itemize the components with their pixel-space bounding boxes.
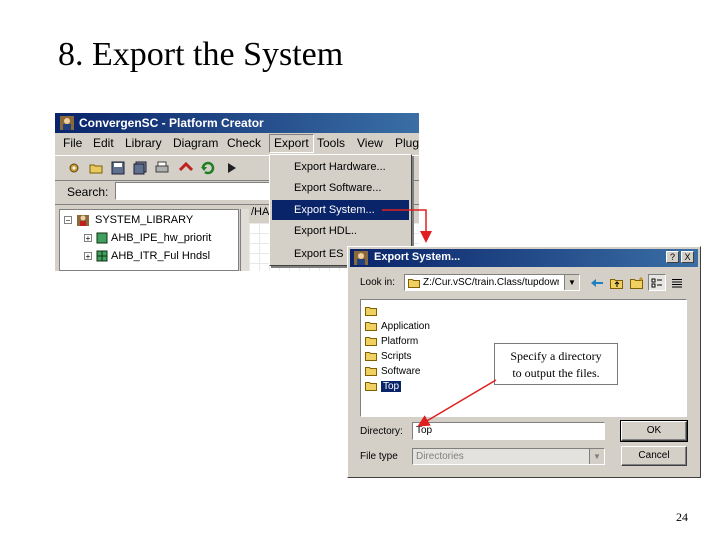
- menu-tools[interactable]: Tools: [317, 136, 345, 150]
- menu-export-hardware[interactable]: Export Hardware...: [272, 157, 409, 177]
- search-input[interactable]: [115, 182, 271, 200]
- tree-item[interactable]: + AHB_ITR_Ful Hndsl: [84, 248, 210, 264]
- file-type-dropdown[interactable]: Directories ▼: [412, 448, 605, 465]
- save-copy-icon[interactable]: [131, 159, 149, 177]
- folder-name: Top: [381, 380, 402, 392]
- folder-name: Scripts: [381, 350, 412, 362]
- tree-root-label: SYSTEM_LIBRARY: [95, 214, 194, 226]
- folder-icon: [365, 307, 377, 316]
- cancel-button[interactable]: Cancel: [621, 446, 687, 466]
- folder-name: Platform: [381, 335, 419, 347]
- look-in-value: Z:/Cur.vSC/train.Class/tupdown/: [423, 277, 559, 288]
- window-title: ConvergenSC - Platform Creator: [79, 116, 264, 130]
- tree-scrollbar[interactable]: [240, 209, 249, 271]
- annotation-callout: Specify a directory to output the files.: [494, 343, 618, 385]
- window-titlebar[interactable]: ConvergenSC - Platform Creator: [55, 113, 419, 133]
- list-item[interactable]: Platform: [365, 334, 418, 348]
- file-type-value: Directories: [416, 451, 464, 462]
- chevron-down-icon[interactable]: ▼: [589, 449, 604, 464]
- list-item[interactable]: Scripts: [365, 349, 412, 363]
- menu-export-software[interactable]: Export Software...: [272, 178, 409, 198]
- menu-edit[interactable]: Edit: [93, 136, 114, 150]
- cut-icon[interactable]: [177, 159, 195, 177]
- collapse-icon[interactable]: −: [64, 216, 72, 225]
- menu-plugins[interactable]: Plug: [395, 136, 419, 150]
- list-view-icon[interactable]: [648, 274, 666, 291]
- dialog-titlebar[interactable]: Export System... ? X: [350, 249, 698, 267]
- folder-icon: [365, 367, 377, 376]
- look-in-dropdown[interactable]: Z:/Cur.vSC/train.Class/tupdown/ ▼: [404, 274, 580, 291]
- menu-file[interactable]: File: [63, 136, 82, 150]
- list-item[interactable]: Software: [365, 364, 420, 378]
- parent-folder-item[interactable]: [365, 304, 381, 318]
- expand-icon[interactable]: +: [84, 234, 92, 243]
- save-icon[interactable]: [109, 159, 127, 177]
- app-logo-icon: [354, 251, 368, 265]
- new-folder-icon[interactable]: [628, 274, 646, 291]
- folder-icon: [365, 337, 377, 346]
- menu-check[interactable]: Check: [227, 136, 261, 150]
- file-type-label: File type: [360, 451, 398, 462]
- look-in-label: Look in:: [360, 277, 396, 288]
- settings-icon[interactable]: [65, 159, 83, 177]
- menu-bar: File Edit Library Diagram Check Export T…: [55, 133, 419, 153]
- up-folder-icon[interactable]: [608, 274, 626, 291]
- search-label: Search:: [67, 185, 109, 199]
- refresh-icon[interactable]: [199, 159, 217, 177]
- directory-label: Directory:: [360, 426, 403, 437]
- folder-name: Software: [381, 365, 421, 377]
- ok-button[interactable]: OK: [620, 420, 688, 442]
- annotation-line: Specify a directory: [510, 349, 602, 363]
- tree-item-label: AHB_IPE_hw_priorit: [111, 232, 212, 244]
- details-view-icon[interactable]: [668, 274, 686, 291]
- library-tree: − SYSTEM_LIBRARY + AHB_IPE_hw_priorit + …: [59, 209, 239, 271]
- run-icon[interactable]: [223, 159, 241, 177]
- help-button[interactable]: ?: [666, 251, 679, 263]
- app-logo-icon: [60, 116, 74, 130]
- menu-export-system[interactable]: Export System...: [272, 200, 409, 220]
- folder-icon: [365, 382, 377, 391]
- back-icon[interactable]: [588, 274, 606, 291]
- directory-input[interactable]: Top: [412, 422, 605, 440]
- list-item[interactable]: Application: [365, 319, 430, 333]
- slide-title: 8. Export the System: [58, 36, 344, 73]
- annotation-line: to output the files.: [512, 366, 600, 380]
- folder-icon: [408, 279, 420, 288]
- dialog-title: Export System...: [374, 251, 461, 263]
- menu-library[interactable]: Library: [125, 136, 162, 150]
- folder-name: Application: [381, 320, 430, 332]
- close-button[interactable]: X: [681, 251, 694, 263]
- chevron-down-icon[interactable]: ▼: [564, 275, 579, 290]
- menu-export-hdl[interactable]: Export HDL..: [272, 221, 409, 241]
- menu-diagram[interactable]: Diagram: [173, 136, 218, 150]
- menu-export[interactable]: Export: [269, 134, 314, 153]
- tree-item-label: AHB_ITR_Ful Hndsl: [111, 250, 211, 262]
- print-icon[interactable]: [153, 159, 171, 177]
- tree-root[interactable]: − SYSTEM_LIBRARY: [64, 212, 193, 228]
- component-grid-icon: [96, 250, 108, 262]
- component-icon: [96, 232, 108, 244]
- page-number: 24: [676, 510, 688, 524]
- tree-item[interactable]: + AHB_IPE_hw_priorit: [84, 230, 211, 246]
- expand-icon[interactable]: +: [84, 252, 92, 261]
- library-icon: [77, 215, 89, 226]
- list-item-selected[interactable]: Top: [365, 379, 402, 393]
- menu-view[interactable]: View: [357, 136, 383, 150]
- folder-icon: [365, 322, 377, 331]
- open-folder-icon[interactable]: [87, 159, 105, 177]
- folder-icon: [365, 352, 377, 361]
